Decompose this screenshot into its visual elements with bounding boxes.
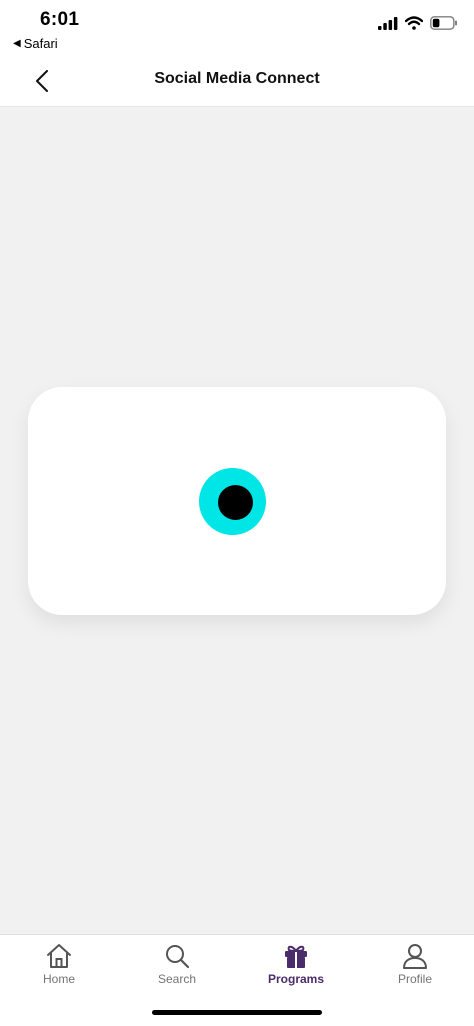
main-content (0, 107, 474, 934)
search-icon (166, 945, 190, 969)
back-triangle-icon: ◀ (13, 38, 21, 49)
wifi-icon (405, 16, 423, 30)
page-title: Social Media Connect (154, 70, 320, 87)
tab-home[interactable]: Home (0, 943, 118, 986)
loading-spinner-dot (218, 485, 253, 520)
status-bar: 6:01 ◀ Safari (0, 0, 474, 56)
battery-icon (430, 16, 457, 30)
loading-spinner (199, 468, 266, 535)
tab-search-label: Search (157, 972, 197, 986)
tab-home-label: Home (42, 972, 75, 986)
home-indicator (152, 1010, 322, 1015)
gift-icon (285, 945, 307, 968)
tab-search[interactable]: Search (118, 943, 236, 986)
loading-card (28, 387, 446, 615)
back-to-safari[interactable]: ◀ Safari (13, 36, 58, 51)
profile-icon (403, 944, 427, 969)
back-app-label: Safari (23, 36, 58, 51)
status-icons (378, 16, 458, 30)
tab-profile[interactable]: Profile (356, 943, 474, 986)
cellular-signal-icon (378, 16, 398, 30)
status-time: 6:01 (40, 9, 80, 30)
tab-programs-label: Programs (267, 972, 325, 986)
navigation-bar: Social Media Connect (0, 56, 474, 107)
battery-fill (432, 18, 440, 28)
home-icon (47, 944, 71, 968)
tab-profile-label: Profile (397, 972, 432, 986)
tab-programs[interactable]: Programs (237, 943, 355, 986)
